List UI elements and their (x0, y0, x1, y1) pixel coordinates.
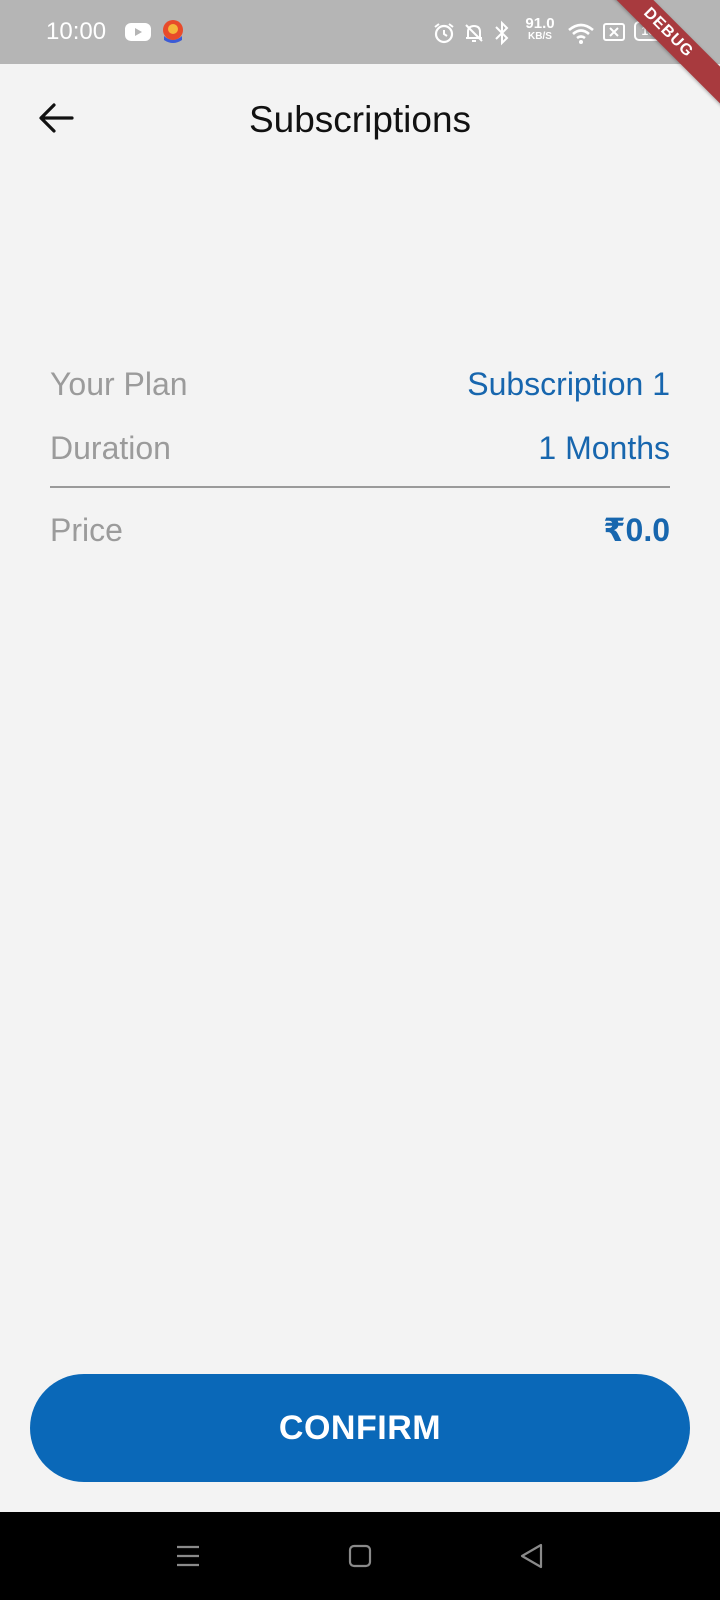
back-button[interactable] (28, 90, 84, 146)
network-speed-value: 91.0 (525, 15, 555, 32)
arrow-back-icon (39, 103, 74, 133)
plan-details: Your Plan Subscription 1 Duration 1 Mont… (50, 352, 670, 562)
plan-label: Your Plan (50, 365, 188, 402)
plan-row: Your Plan Subscription 1 (50, 352, 670, 416)
wifi-icon (568, 23, 594, 44)
youtube-icon (125, 23, 151, 41)
status-bar: 10:00 91.0 KB/S (0, 0, 720, 64)
divider (50, 486, 670, 488)
sim-no-signal-icon (603, 23, 625, 41)
navigation-bar (0, 1512, 720, 1600)
price-value: ₹0.0 (603, 512, 670, 548)
nav-menu-button[interactable] (168, 1536, 208, 1576)
network-speed-unit: KB/S (528, 31, 552, 42)
app-bar: Subscriptions (0, 64, 720, 176)
notifications-off-icon (465, 24, 483, 42)
price-row: Price ₹0.0 (50, 498, 670, 562)
alarm-icon (434, 23, 454, 44)
duration-label: Duration (50, 429, 171, 466)
duration-value: 1 Months (538, 429, 670, 466)
page-title: Subscriptions (248, 99, 472, 140)
menu-icon (177, 1545, 199, 1567)
status-time: 10:00 (46, 18, 107, 45)
nav-home-button[interactable] (340, 1536, 380, 1576)
app-notification-icon (163, 20, 183, 43)
nav-back-button[interactable] (512, 1536, 552, 1576)
plan-value: Subscription 1 (467, 365, 670, 402)
price-label: Price (50, 511, 123, 548)
confirm-button[interactable]: CONFIRM (30, 1374, 690, 1482)
back-icon (520, 1543, 543, 1569)
bluetooth-icon (495, 20, 509, 46)
home-icon (348, 1544, 372, 1568)
duration-row: Duration 1 Months (50, 416, 670, 480)
network-speed: 91.0 KB/S (520, 16, 560, 42)
